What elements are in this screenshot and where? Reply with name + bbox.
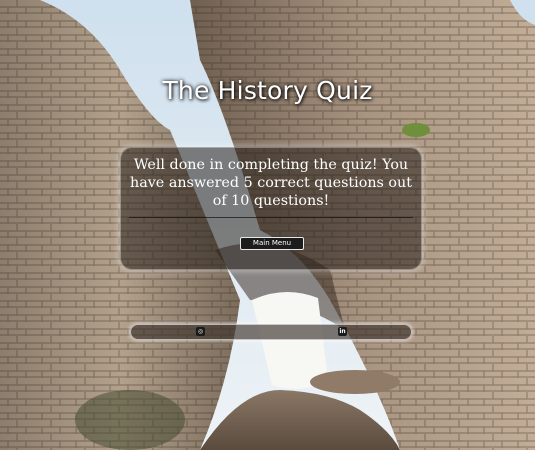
github-icon[interactable]: ◎ bbox=[196, 327, 205, 336]
linkedin-icon[interactable]: in bbox=[338, 327, 347, 336]
main-menu-button[interactable]: Main Menu bbox=[240, 237, 304, 250]
page-title: The History Quiz bbox=[162, 76, 373, 105]
divider bbox=[129, 217, 413, 218]
result-card: Well done in completing the quiz! You ha… bbox=[120, 147, 422, 270]
footer-social-bar: ◎ in bbox=[130, 324, 412, 340]
result-message: Well done in completing the quiz! You ha… bbox=[130, 157, 412, 209]
